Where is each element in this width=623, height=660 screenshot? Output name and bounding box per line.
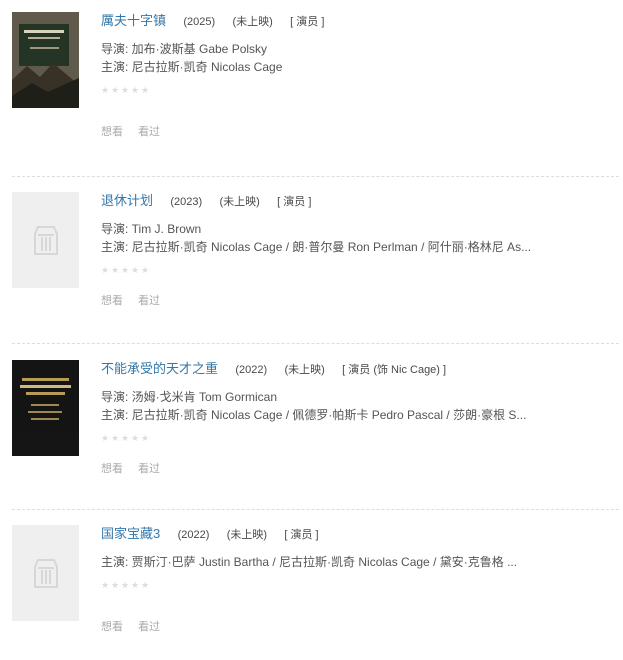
movie-role: [ 演员 ] [277, 196, 312, 208]
title-row: 不能承受的天才之重 (2022) (未上映) [ 演员 (饰 Nic Cage)… [101, 360, 619, 378]
star-icon: ★ [131, 265, 140, 275]
movie-info: 不能承受的天才之重 (2022) (未上映) [ 演员 (饰 Nic Cage)… [101, 360, 619, 478]
cast-credit: 主演: 尼古拉斯·凯奇 Nicolas Cage [101, 60, 283, 74]
director-credit: 导演: 加布·波斯基 Gabe Polsky [101, 42, 268, 56]
movie-actions: 想看 看过 [101, 123, 172, 139]
movie-info: 退休计划 (2023) (未上映) [ 演员 ] 导演: Tim J. Brow… [101, 192, 619, 310]
star-icon: ★ [111, 580, 120, 590]
star-icon: ★ [111, 265, 120, 275]
section-divider [12, 509, 619, 510]
movie-year: (2023) [170, 196, 203, 208]
poster-placeholder[interactable] [12, 192, 79, 288]
cast-credit: 主演: 贾斯汀·巴萨 Justin Bartha / 尼古拉斯·凯奇 Nicol… [101, 555, 518, 569]
movie-role: [ 演员 ] [290, 16, 325, 28]
poster-art-icon [12, 360, 79, 434]
poster-image[interactable] [12, 12, 79, 108]
star-icon: ★ [131, 580, 140, 590]
poster-placeholder[interactable] [12, 525, 79, 621]
seen-button[interactable]: 看过 [138, 463, 160, 475]
cast-credit: 主演: 尼古拉斯·凯奇 Nicolas Cage / 佩德罗·帕斯卡 Pedro… [101, 408, 527, 422]
star-icon: ★ [111, 85, 120, 95]
movie-year: (2025) [183, 16, 216, 28]
star-icon: ★ [131, 85, 140, 95]
movie-status: (未上映) [284, 364, 325, 376]
poster-placeholder-icon [33, 558, 58, 588]
movie-actions: 想看 看过 [101, 618, 172, 634]
movie-status: (未上映) [226, 529, 268, 541]
director-credit: 导演: Tim J. Brown [101, 222, 202, 236]
poster-placeholder-icon [33, 225, 58, 255]
rating-stars: ★ ★ ★ ★ ★ [101, 266, 619, 276]
star-icon: ★ [101, 433, 110, 443]
movie-info: 国家宝藏3 (2022) (未上映) [ 演员 ] 主演: 贾斯汀·巴萨 Jus… [101, 525, 619, 633]
star-icon: ★ [141, 433, 150, 443]
movie-actions: 想看 看过 [101, 460, 172, 476]
movie-title-link[interactable]: 退休计划 [101, 193, 153, 208]
movie-entry: 退休计划 (2023) (未上映) [ 演员 ] 导演: Tim J. Brow… [12, 192, 619, 312]
star-icon: ★ [101, 85, 110, 95]
movie-entry: 厲夫十字镇 (2025) (未上映) [ 演员 ] 导演: 加布·波斯基 Gab… [12, 12, 619, 152]
movie-title-link[interactable]: 国家宝藏3 [101, 526, 160, 541]
star-icon: ★ [101, 580, 110, 590]
movie-role: [ 演员 ] [284, 529, 319, 541]
star-icon: ★ [121, 265, 130, 275]
poster-image[interactable] [12, 360, 79, 456]
star-icon: ★ [121, 85, 130, 95]
wish-button[interactable]: 想看 [101, 463, 123, 475]
movie-year: (2022) [177, 529, 210, 541]
wish-button[interactable]: 想看 [101, 126, 123, 138]
title-row: 退休计划 (2023) (未上映) [ 演员 ] [101, 192, 619, 210]
rating-stars: ★ ★ ★ ★ ★ [101, 581, 619, 591]
star-icon: ★ [141, 85, 150, 95]
seen-button[interactable]: 看过 [138, 621, 160, 633]
movie-title-link[interactable]: 厲夫十字镇 [101, 13, 166, 28]
star-icon: ★ [121, 580, 130, 590]
rating-stars: ★ ★ ★ ★ ★ [101, 434, 619, 444]
cast-credit: 主演: 尼古拉斯·凯奇 Nicolas Cage / 朗·普尔曼 Ron Per… [101, 240, 532, 254]
star-icon: ★ [141, 265, 150, 275]
poster-art-icon [12, 12, 79, 108]
movie-actions: 想看 看过 [101, 292, 172, 308]
seen-button[interactable]: 看过 [138, 126, 160, 138]
section-divider [12, 176, 619, 177]
movie-year: (2022) [235, 364, 268, 376]
movie-entry: 不能承受的天才之重 (2022) (未上映) [ 演员 (饰 Nic Cage)… [12, 360, 619, 480]
movie-entry: 国家宝藏3 (2022) (未上映) [ 演员 ] 主演: 贾斯汀·巴萨 Jus… [12, 525, 619, 647]
seen-button[interactable]: 看过 [138, 295, 160, 307]
star-icon: ★ [111, 433, 120, 443]
movie-status: (未上映) [219, 196, 260, 208]
movie-role: [ 演员 (饰 Nic Cage) ] [342, 364, 447, 376]
movie-info: 厲夫十字镇 (2025) (未上映) [ 演员 ] 导演: 加布·波斯基 Gab… [101, 12, 619, 138]
star-icon: ★ [131, 433, 140, 443]
movie-status: (未上映) [232, 16, 273, 28]
star-icon: ★ [141, 580, 150, 590]
rating-stars: ★ ★ ★ ★ ★ [101, 86, 619, 96]
section-divider [12, 343, 619, 344]
movie-title-link[interactable]: 不能承受的天才之重 [101, 361, 218, 376]
director-credit: 导演: 汤姆·戈米肯 Tom Gormican [101, 390, 278, 404]
star-icon: ★ [101, 265, 110, 275]
star-icon: ★ [121, 433, 130, 443]
wish-button[interactable]: 想看 [101, 295, 123, 307]
title-row: 国家宝藏3 (2022) (未上映) [ 演员 ] [101, 525, 619, 543]
wish-button[interactable]: 想看 [101, 621, 123, 633]
title-row: 厲夫十字镇 (2025) (未上映) [ 演员 ] [101, 12, 619, 30]
